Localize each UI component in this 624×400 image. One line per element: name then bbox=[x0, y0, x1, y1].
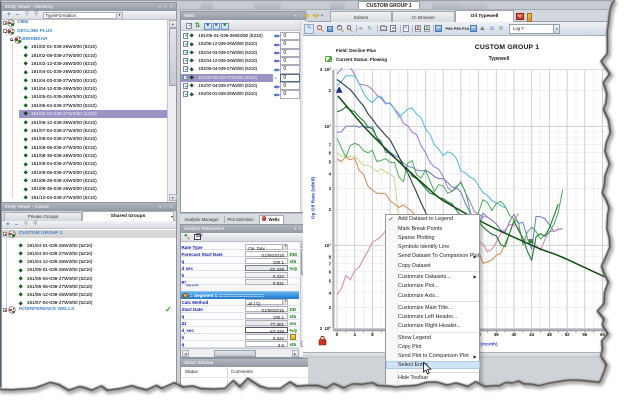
svg-text:6: 6 bbox=[329, 150, 332, 155]
svg-text:2 100: 2 100 bbox=[320, 326, 332, 332]
svg-text:36: 36 bbox=[494, 332, 499, 337]
svg-text:2: 2 bbox=[329, 88, 332, 93]
svg-text:60: 60 bbox=[600, 332, 605, 337]
svg-text:0: 0 bbox=[336, 332, 339, 337]
svg-text:Op Oil Rate (stb/d): Op Oil Rate (stb/d) bbox=[311, 177, 317, 220]
svg-text:48: 48 bbox=[547, 332, 552, 337]
svg-text:56: 56 bbox=[582, 332, 587, 337]
svg-text:3 102: 3 102 bbox=[320, 67, 332, 73]
svg-text:7: 7 bbox=[329, 142, 332, 147]
svg-text:102: 102 bbox=[325, 123, 332, 128]
svg-text:8: 8 bbox=[329, 254, 332, 259]
svg-text:4: 4 bbox=[354, 332, 357, 337]
svg-text:44: 44 bbox=[529, 332, 534, 337]
svg-text:5: 5 bbox=[329, 160, 332, 165]
svg-text:7: 7 bbox=[329, 261, 332, 266]
svg-text:3: 3 bbox=[329, 305, 332, 310]
svg-text:4: 4 bbox=[329, 290, 332, 295]
svg-text:8: 8 bbox=[371, 332, 374, 337]
svg-text:52: 52 bbox=[565, 332, 570, 337]
svg-text:2: 2 bbox=[329, 207, 332, 212]
svg-text:40: 40 bbox=[512, 332, 517, 337]
svg-text:6: 6 bbox=[329, 269, 332, 274]
svg-text:5: 5 bbox=[329, 279, 332, 284]
svg-text:101: 101 bbox=[325, 242, 332, 248]
svg-text:3: 3 bbox=[329, 186, 332, 191]
svg-text:4: 4 bbox=[329, 171, 332, 176]
